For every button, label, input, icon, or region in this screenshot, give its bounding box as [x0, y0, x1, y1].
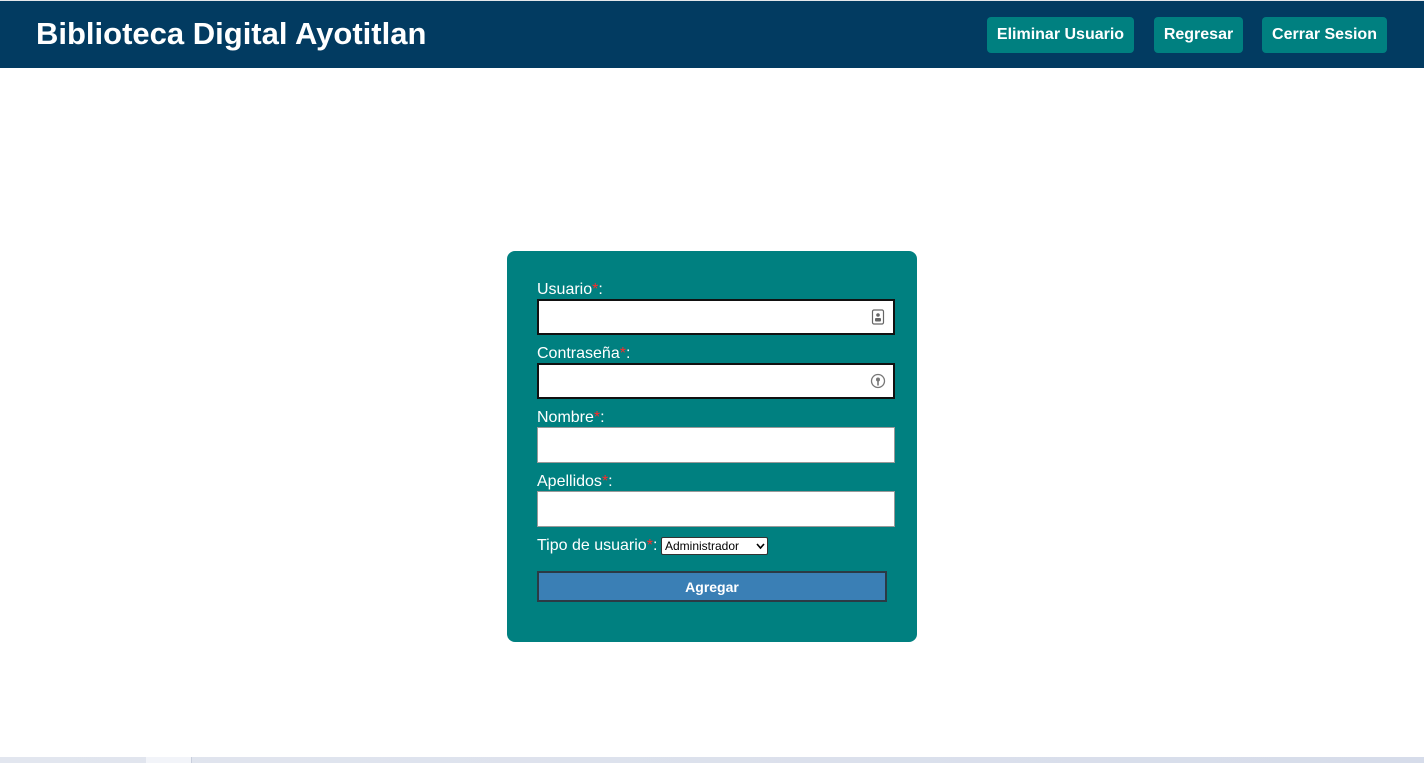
label-colon: : [608, 473, 613, 490]
taskbar-segment [146, 757, 192, 763]
back-button[interactable]: Regresar [1154, 17, 1243, 53]
nombre-input[interactable] [537, 427, 895, 463]
label-colon: : [598, 281, 603, 298]
chevron-down-icon [756, 540, 765, 556]
label-colon: : [600, 409, 605, 426]
nombre-label: Nombre*: [537, 409, 605, 427]
contrasena-input[interactable] [537, 363, 895, 399]
contrasena-label-text: Contraseña [537, 345, 620, 362]
password-key-icon[interactable] [870, 373, 886, 389]
apellidos-label-text: Apellidos [537, 473, 602, 490]
tipo-usuario-label-text: Tipo de usuario [537, 537, 647, 554]
agregar-button[interactable]: Agregar [537, 571, 887, 602]
label-colon: : [625, 345, 631, 362]
delete-user-button[interactable]: Eliminar Usuario [987, 17, 1134, 53]
apellidos-label: Apellidos*: [537, 473, 613, 491]
usuario-label-text: Usuario [537, 281, 593, 298]
tipo-usuario-selected: Administrador [665, 539, 740, 553]
label-colon: : [652, 537, 658, 554]
contrasena-label: Contraseña*: [537, 345, 630, 363]
add-user-form: Usuario*: Contraseña*: Nombre*: Apellido… [507, 251, 917, 642]
app-title: Biblioteca Digital Ayotitlan [36, 16, 427, 51]
contact-card-icon[interactable] [870, 309, 886, 325]
nombre-label-text: Nombre [537, 409, 594, 426]
tipo-usuario-select[interactable]: Administrador [661, 537, 768, 555]
logout-button[interactable]: Cerrar Sesion [1262, 17, 1387, 53]
tipo-usuario-label: Tipo de usuario*: [537, 537, 657, 555]
usuario-input[interactable] [537, 299, 895, 335]
apellidos-input[interactable] [537, 491, 895, 527]
app-header: Biblioteca Digital Ayotitlan Eliminar Us… [0, 0, 1424, 68]
taskbar-strip [0, 757, 1424, 763]
usuario-label: Usuario*: [537, 281, 603, 299]
